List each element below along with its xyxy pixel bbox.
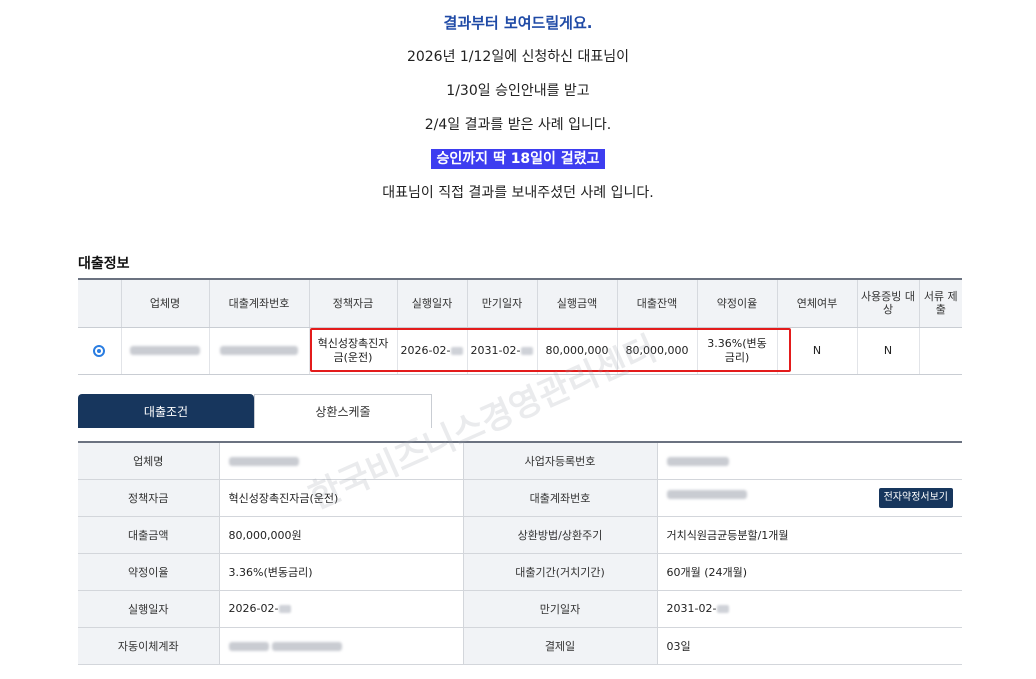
company-cell — [120, 327, 209, 375]
company-value — [219, 441, 463, 480]
redacted-company-value — [228, 456, 299, 466]
rate-label: 약정이율 — [78, 553, 220, 591]
redacted-bizno-value — [666, 456, 729, 466]
header-company: 업체명 — [120, 278, 209, 328]
repay-label: 상환방법/상환주기 — [462, 516, 658, 554]
tab-repayment-schedule[interactable]: 상환스케줄 — [254, 394, 432, 428]
redacted-exec-value-day — [279, 605, 292, 613]
table-row: 대출금액 80,000,000원 상환방법/상환주기 거치식원금균등분할/1개월 — [78, 516, 962, 554]
table-row: 정책자금 혁신성장촉진자금(운전) 대출계좌번호 전자약정서보기 — [78, 479, 962, 517]
autopay-label: 자동이체계좌 — [78, 627, 220, 665]
company-label: 업체명 — [78, 441, 220, 480]
exec-label: 실행일자 — [78, 590, 220, 628]
exec-date-text: 2026-02- — [400, 343, 451, 357]
bizno-value — [657, 441, 962, 480]
loan-conditions-table: 업체명 사업자등록번호 정책자금 혁신성장촉진자금(운전) 대출계좌번호 전자약… — [78, 441, 962, 665]
section-title-loan-info: 대출정보 — [78, 256, 130, 272]
intro-highlight-row: 승인까지 딱 18일이 걸렸고 — [0, 149, 1036, 169]
row-radio-button[interactable] — [93, 344, 106, 357]
header-rate: 약정이율 — [696, 278, 777, 328]
bizno-label: 사업자등록번호 — [462, 441, 658, 480]
redacted-company — [130, 346, 200, 355]
exec-value: 2026-02- — [228, 602, 279, 615]
redacted-autopay-account — [272, 641, 342, 651]
policy-fund-cell: 혁신성장촉진자금(운전) — [308, 327, 397, 375]
table-row: 약정이율 3.36%(변동금리) 대출기간(거치기간) 60개월 (24개월) — [78, 553, 962, 591]
rate-value: 3.36%(변동금리) — [219, 553, 463, 591]
exec-amount-cell: 80,000,000 — [536, 327, 617, 375]
repay-value: 거치식원금균등분할/1개월 — [657, 516, 962, 554]
table-row: 자동이체계좌 결제일 03일 — [78, 627, 962, 665]
redacted-maturity-value-day — [717, 605, 730, 613]
account-label: 대출계좌번호 — [462, 479, 658, 517]
intro-line-1: 2026년 1/12일에 신청하신 대표님이 — [406, 49, 630, 65]
redacted-maturity-day — [521, 346, 534, 355]
payday-value: 03일 — [657, 627, 962, 665]
maturity-value: 2031-02- — [666, 602, 717, 615]
intro-highlight: 승인까지 딱 18일이 걸렸고 — [430, 149, 606, 169]
header-document: 서류 제출 — [918, 278, 962, 328]
detail-tabs: 대출조건 상환스케줄 — [78, 394, 432, 428]
view-agreement-button[interactable]: 전자약정서보기 — [878, 487, 953, 508]
loan-table-header-row: 업체명 대출계좌번호 정책자금 실행일자 만기일자 실행금액 대출잔액 약정이율… — [78, 278, 962, 328]
intro-line-2: 1/30일 승인안내를 받고 — [446, 83, 590, 99]
header-overdue: 연체여부 — [776, 278, 857, 328]
document-cell — [918, 327, 962, 375]
table-row: 업체명 사업자등록번호 — [78, 441, 962, 480]
table-row: 실행일자 2026-02- 만기일자 2031-02- — [78, 590, 962, 628]
row-select-cell[interactable] — [78, 327, 121, 375]
intro-line-3: 2/4일 결과를 받은 사례 입니다. — [424, 117, 612, 133]
payday-label: 결제일 — [462, 627, 658, 665]
policy-label: 정책자금 — [78, 479, 220, 517]
header-policy-fund: 정책자금 — [308, 278, 397, 328]
redacted-account-value — [666, 490, 747, 499]
tab-loan-conditions[interactable]: 대출조건 — [78, 394, 254, 428]
header-exec-date: 실행일자 — [396, 278, 467, 328]
redacted-account — [220, 346, 298, 355]
amount-label: 대출금액 — [78, 516, 220, 554]
evidence-cell: N — [856, 327, 919, 375]
account-value: 전자약정서보기 — [657, 479, 962, 517]
redacted-exec-day — [451, 346, 464, 355]
rate-cell: 3.36%(변동금리) — [696, 327, 777, 375]
maturity-date-cell: 2031-02- — [466, 327, 537, 375]
redacted-autopay-bank — [228, 641, 269, 651]
intro-title: 결과부터 보여드릴게요. — [443, 14, 593, 32]
header-select — [78, 278, 121, 328]
maturity-date-text: 2031-02- — [470, 343, 521, 357]
header-account: 대출계좌번호 — [208, 278, 309, 328]
header-evidence: 사용증빙 대상 — [856, 278, 919, 328]
period-value: 60개월 (24개월) — [657, 553, 962, 591]
balance-cell: 80,000,000 — [616, 327, 697, 375]
table-row[interactable]: 혁신성장촉진자금(운전) 2026-02- 2031-02- 80,000,00… — [78, 327, 962, 375]
maturity-value-cell: 2031-02- — [657, 590, 962, 628]
policy-value: 혁신성장촉진자금(운전) — [219, 479, 463, 517]
overdue-cell: N — [776, 327, 857, 375]
intro-line-5: 대표님이 직접 결과를 보내주셨던 사례 입니다. — [382, 185, 654, 201]
header-balance: 대출잔액 — [616, 278, 697, 328]
header-exec-amount: 실행금액 — [536, 278, 617, 328]
exec-value-cell: 2026-02- — [219, 590, 463, 628]
exec-date-cell: 2026-02- — [396, 327, 467, 375]
header-maturity-date: 만기일자 — [466, 278, 537, 328]
loan-info-table: 업체명 대출계좌번호 정책자금 실행일자 만기일자 실행금액 대출잔액 약정이율… — [78, 278, 962, 375]
period-label: 대출기간(거치기간) — [462, 553, 658, 591]
maturity-label: 만기일자 — [462, 590, 658, 628]
amount-value: 80,000,000원 — [219, 516, 463, 554]
autopay-value — [219, 627, 463, 665]
account-cell — [208, 327, 309, 375]
